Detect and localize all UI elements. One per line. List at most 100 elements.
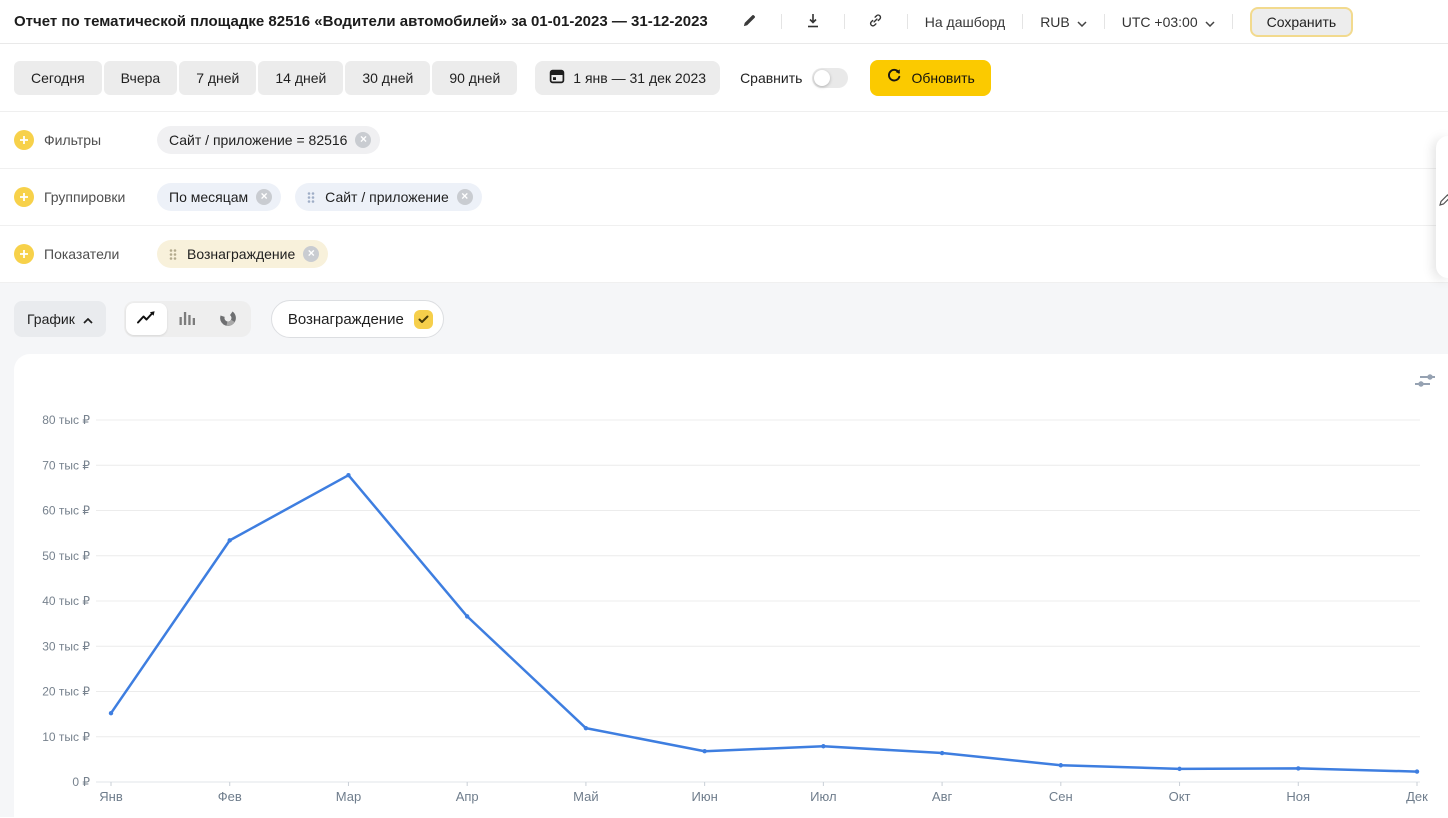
- metric-chip-text: Вознаграждение: [187, 246, 295, 262]
- svg-text:Фев: Фев: [218, 789, 242, 804]
- divider: [781, 14, 782, 29]
- svg-text:Окт: Окт: [1169, 789, 1191, 804]
- currency-value: RUB: [1040, 14, 1070, 30]
- svg-text:Апр: Апр: [456, 789, 479, 804]
- chart-view-dropdown[interactable]: График: [14, 301, 106, 337]
- pencil-icon: [742, 13, 757, 31]
- remove-metric-icon[interactable]: ×: [303, 246, 319, 262]
- range-button-today[interactable]: Сегодня: [14, 61, 102, 95]
- divider: [1022, 14, 1023, 29]
- save-button[interactable]: Сохранить: [1250, 7, 1354, 37]
- download-icon: [806, 13, 820, 31]
- svg-text:Мар: Мар: [336, 789, 361, 804]
- chart-type-line[interactable]: [126, 303, 167, 335]
- filters-row: Фильтры Сайт / приложение = 82516 ×: [0, 112, 1448, 169]
- svg-text:10 тыс ₽: 10 тыс ₽: [42, 730, 90, 744]
- add-metric-button[interactable]: [14, 244, 34, 264]
- svg-text:Сен: Сен: [1049, 789, 1073, 804]
- chart-section: График: [0, 283, 1448, 817]
- filters-label: Фильтры: [44, 132, 101, 148]
- drag-handle-icon[interactable]: [169, 248, 177, 261]
- grouping-chip-text: По месяцам: [169, 189, 248, 205]
- refresh-icon: [886, 68, 902, 87]
- range-button-90days[interactable]: 90 дней: [432, 61, 517, 95]
- svg-text:20 тыс ₽: 20 тыс ₽: [42, 685, 90, 699]
- groupings-row: Группировки По месяцам × Сайт / приложен…: [0, 169, 1448, 226]
- revenue-line-chart[interactable]: 0 ₽ 10 тыс ₽ 20 тыс ₽ 30 тыс ₽ 40 тыс ₽ 50 ты…: [14, 354, 1448, 817]
- svg-text:Дек: Дек: [1406, 789, 1428, 804]
- side-panel-tab[interactable]: [1436, 136, 1448, 278]
- range-button-30days[interactable]: 30 дней: [345, 61, 430, 95]
- chevron-up-icon: [83, 311, 93, 327]
- plus-icon: [19, 190, 29, 205]
- svg-text:80 тыс ₽: 80 тыс ₽: [42, 413, 90, 427]
- calendar-icon: [549, 68, 565, 87]
- page-header: Отчет по тематической площадке 82516 «Во…: [0, 0, 1448, 44]
- plus-icon: [19, 133, 29, 148]
- date-toolbar: Сегодня Вчера 7 дней 14 дней 30 дней 90 …: [0, 44, 1448, 112]
- compare-toggle[interactable]: [812, 68, 848, 88]
- toggle-knob: [814, 70, 830, 86]
- drag-handle-icon[interactable]: [307, 191, 315, 204]
- dashboard-link[interactable]: На дашборд: [925, 14, 1005, 30]
- chevron-down-icon: [1077, 14, 1087, 30]
- remove-grouping-icon[interactable]: ×: [457, 189, 473, 205]
- pie-chart-icon: [219, 309, 237, 330]
- svg-text:Янв: Янв: [99, 789, 123, 804]
- svg-text:Авг: Авг: [932, 789, 953, 804]
- svg-text:70 тыс ₽: 70 тыс ₽: [42, 458, 90, 472]
- check-icon: [414, 310, 433, 329]
- timezone-dropdown[interactable]: UTC +03:00: [1122, 14, 1215, 30]
- grouping-chip-text: Сайт / приложение: [325, 189, 449, 205]
- chevron-down-icon: [1205, 14, 1215, 30]
- report-page: Отчет по тематической площадке 82516 «Во…: [0, 0, 1448, 817]
- svg-text:0 ₽: 0 ₽: [72, 775, 90, 789]
- currency-dropdown[interactable]: RUB: [1040, 14, 1087, 30]
- bar-chart-icon: [179, 310, 196, 328]
- chart-type-pie[interactable]: [208, 303, 249, 335]
- pencil-icon: [1439, 194, 1448, 206]
- svg-text:40 тыс ₽: 40 тыс ₽: [42, 594, 90, 608]
- svg-text:50 тыс ₽: 50 тыс ₽: [42, 549, 90, 563]
- chart-card: 0 ₽ 10 тыс ₽ 20 тыс ₽ 30 тыс ₽ 40 тыс ₽ 50 ты…: [14, 354, 1448, 818]
- range-button-7days[interactable]: 7 дней: [179, 61, 256, 95]
- svg-text:Июн: Июн: [691, 789, 717, 804]
- compare-label: Сравнить: [740, 70, 802, 86]
- selected-metric-label: Вознаграждение: [288, 311, 404, 328]
- divider: [1104, 14, 1105, 29]
- remove-grouping-icon[interactable]: ×: [256, 189, 272, 205]
- filter-chip[interactable]: Сайт / приложение = 82516 ×: [157, 126, 380, 154]
- metrics-label: Показатели: [44, 246, 119, 262]
- metrics-row: Показатели Вознаграждение ×: [0, 226, 1448, 283]
- edit-title-button[interactable]: [736, 8, 764, 36]
- chart-type-switcher: [124, 301, 251, 337]
- range-button-14days[interactable]: 14 дней: [258, 61, 343, 95]
- line-chart-icon: [136, 310, 156, 328]
- divider: [1232, 14, 1233, 29]
- selected-metric-pill[interactable]: Вознаграждение: [271, 300, 444, 338]
- chart-view-label: График: [27, 311, 75, 327]
- filter-chip-text: Сайт / приложение = 82516: [169, 132, 347, 148]
- svg-text:Ноя: Ноя: [1286, 789, 1310, 804]
- add-grouping-button[interactable]: [14, 187, 34, 207]
- range-button-yesterday[interactable]: Вчера: [104, 61, 178, 95]
- add-filter-button[interactable]: [14, 130, 34, 150]
- svg-text:60 тыс ₽: 60 тыс ₽: [42, 504, 90, 518]
- date-range-picker[interactable]: 1 янв — 31 дек 2023: [535, 61, 720, 95]
- svg-text:30 тыс ₽: 30 тыс ₽: [42, 639, 90, 653]
- remove-filter-icon[interactable]: ×: [355, 132, 371, 148]
- quick-range-group: Сегодня Вчера 7 дней 14 дней 30 дней 90 …: [14, 61, 517, 95]
- timezone-value: UTC +03:00: [1122, 14, 1198, 30]
- download-button[interactable]: [799, 8, 827, 36]
- link-icon: [868, 13, 883, 31]
- svg-text:Июл: Июл: [810, 789, 836, 804]
- chart-type-bar[interactable]: [167, 303, 208, 335]
- grouping-chip-site[interactable]: Сайт / приложение ×: [295, 183, 482, 211]
- refresh-label: Обновить: [911, 70, 974, 86]
- divider: [844, 14, 845, 29]
- grouping-chip-months[interactable]: По месяцам ×: [157, 183, 281, 211]
- metric-chip[interactable]: Вознаграждение ×: [157, 240, 328, 268]
- refresh-button[interactable]: Обновить: [870, 60, 990, 96]
- date-range-value: 1 янв — 31 дек 2023: [573, 70, 706, 86]
- share-link-button[interactable]: [862, 8, 890, 36]
